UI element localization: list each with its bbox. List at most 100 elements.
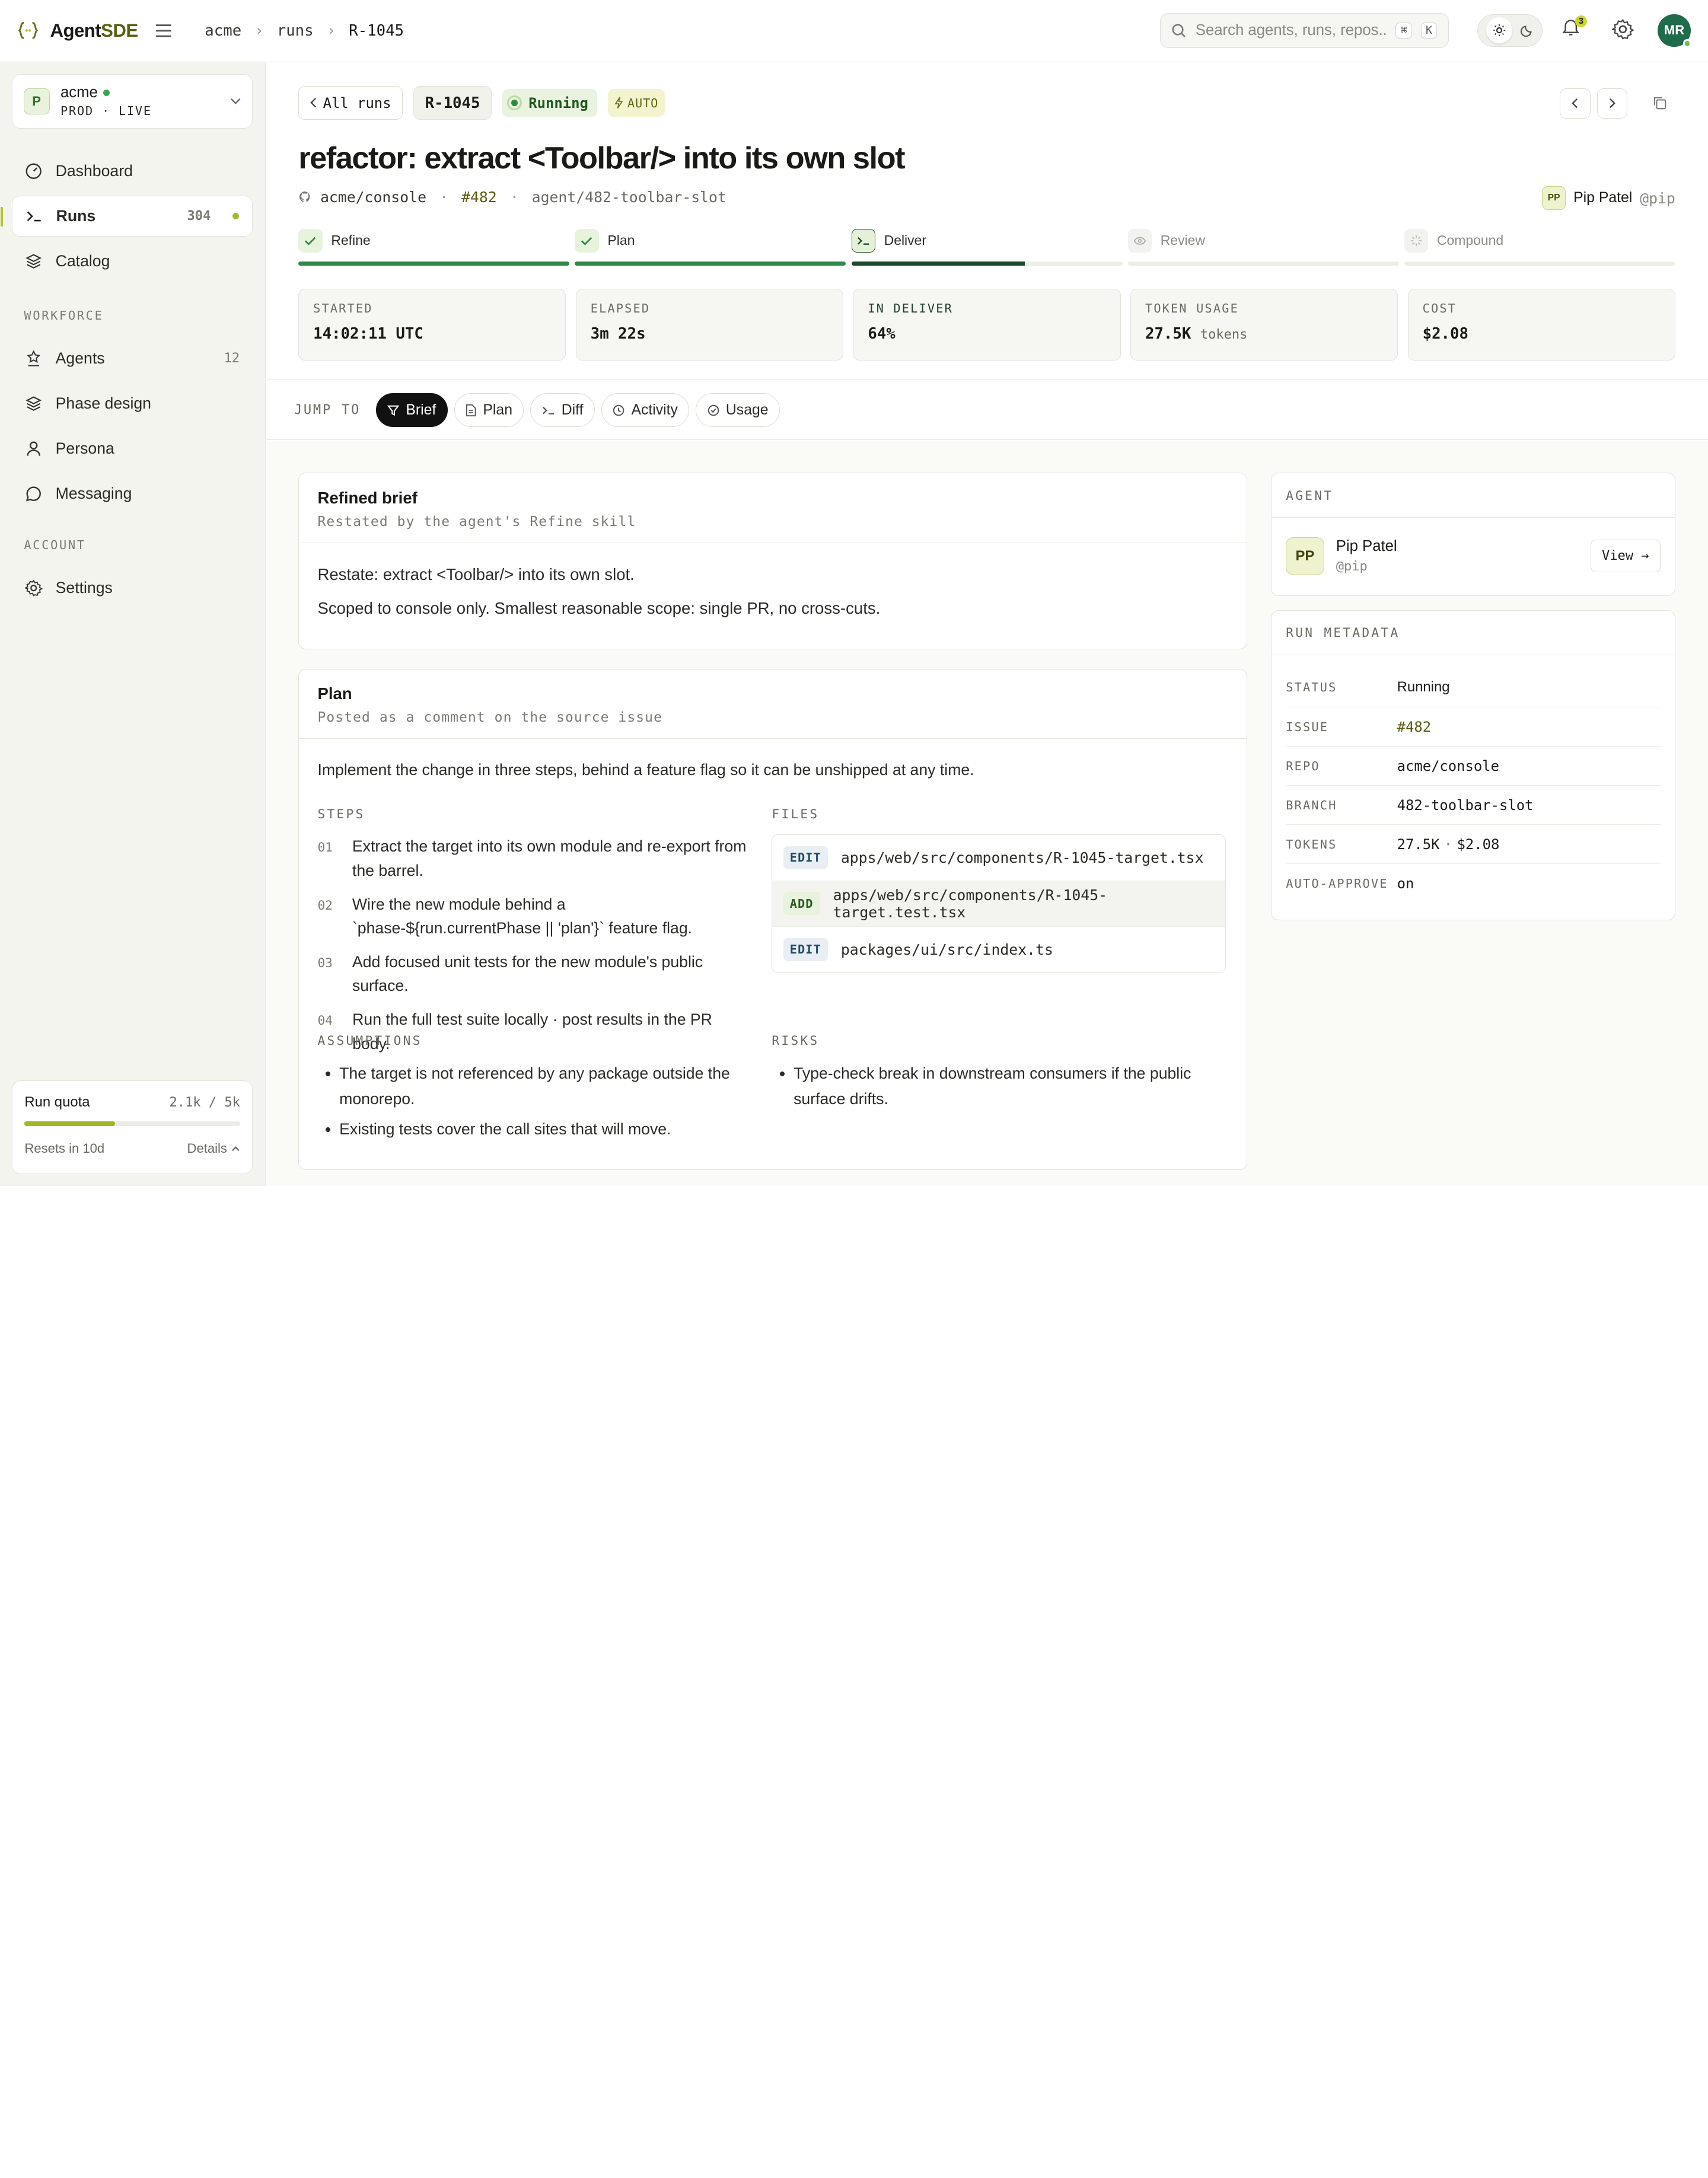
workspace-switcher[interactable]: P acme PROD · LIVE [12,74,253,129]
sidebar-item-label: Messaging [55,484,132,503]
search-icon [1171,23,1187,39]
notifications-button[interactable]: 3 [1562,15,1588,43]
sidebar-item-catalog[interactable]: Catalog [12,241,253,282]
sidebar-item-label: Catalog [55,252,110,270]
phase-refine[interactable]: Refine [298,227,570,266]
quota-value: 2.1k / 5k [169,1095,240,1110]
chevron-left-icon [1572,98,1578,109]
sidebar-item-settings[interactable]: Settings [12,567,253,609]
sidebar-item-messaging[interactable]: Messaging [12,473,253,515]
metadata-value: 27.5K · $2.08 [1397,836,1500,853]
chevron-left-icon [310,97,317,108]
metadata-row: REPO acme/console [1286,747,1661,786]
metadata-value: on [1397,875,1414,892]
file-row[interactable]: EDIT packages/ui/src/index.ts [772,927,1225,972]
search-placeholder: Search agents, runs, repos... [1195,21,1387,39]
stat-elapsed: ELAPSED 3m 22s [575,288,843,361]
branch-name: agent/482-toolbar-slot [531,188,726,206]
chevron-right-icon: › [326,21,336,40]
file-row[interactable]: EDIT apps/web/src/components/R-1045-targ… [772,835,1226,881]
hamburger-menu-button[interactable] [144,11,183,50]
issue-link[interactable]: #482 [461,189,497,206]
sidebar-item-phase-design[interactable]: Phase design [12,383,253,425]
agent-card: AGENT PP Pip Patel @pip View → [1271,473,1675,596]
sidebar-item-runs[interactable]: Runs 304 [0,195,253,237]
theme-toggle[interactable] [1477,14,1543,47]
metadata-value: Running [1397,679,1450,696]
all-runs-button[interactable]: All runs [298,86,403,120]
sidebar: P acme PROD · LIVE Dashboard Runs 304 Ca… [0,62,266,1187]
document-icon [466,404,476,417]
phase-review[interactable]: Review [1127,227,1399,266]
file-path: apps/web/src/components/R-1045-target.ts… [840,849,1204,866]
phase-label: Compound [1436,232,1504,248]
terminal-icon [26,208,43,225]
file-op-tag: EDIT [783,846,828,869]
logo[interactable]: AgentSDE [0,20,144,42]
phase-plan[interactable]: Plan [575,227,846,266]
moon-icon[interactable] [1520,24,1534,37]
check-icon [298,228,323,253]
stat-in-deliver: IN DELIVER 64% [853,288,1121,361]
jump-chip-plan[interactable]: Plan [454,393,524,428]
logo-text: AgentSDE [50,20,138,41]
breadcrumb-item[interactable]: runs [277,22,314,40]
search-input[interactable]: Search agents, runs, repos... ⌘ K [1160,13,1449,48]
file-row[interactable]: ADD apps/web/src/components/R-1045-targe… [772,881,1226,927]
sidebar-item-persona[interactable]: Persona [12,428,253,470]
auto-badge: AUTO [607,88,665,117]
workspace-status-dot [103,90,110,97]
repo-link[interactable]: acme/console [320,189,426,206]
gear-icon [1612,18,1634,40]
run-metadata-card: RUN METADATA STATUS Running ISSUE #482 R… [1271,610,1675,920]
run-stats: STARTED 14:02:11 UTC ELAPSED 3m 22s IN D… [298,288,1675,361]
sidebar-item-agents[interactable]: Agents 12 [12,337,253,379]
phase-label: Review [1160,232,1206,248]
sidebar-item-label: Settings [55,579,113,597]
user-avatar[interactable]: MR [1658,14,1692,48]
metadata-key: BRANCH [1286,798,1337,812]
run-header: All runs R-1045 Running AUTO refactor: e… [266,62,1708,380]
phase-progress-track [1127,261,1399,266]
jump-chip-diff[interactable]: Diff [530,393,595,428]
assumptions-list: The target is not referenced by any pack… [317,1061,753,1141]
metadata-row: AUTO-APPROVE on [1286,864,1661,903]
quota-title: Run quota [24,1094,90,1111]
card-subtitle: Restated by the agent's Refine skill [317,514,636,530]
sun-icon[interactable] [1486,17,1512,44]
workforce-nav: Agents 12 Phase design Persona Messaging [12,337,253,518]
sidebar-item-label: Phase design [55,394,151,412]
copy-button[interactable] [1645,88,1675,119]
separator-dot: · [509,188,519,206]
metadata-card-title: RUN METADATA [1272,611,1675,655]
breadcrumb-item[interactable]: acme [205,22,241,40]
list-item: 01 Extract the target into its own module… [317,837,747,879]
jump-chip-usage[interactable]: Usage [696,393,780,428]
view-agent-button[interactable]: View → [1590,540,1661,573]
shortcut-key: ⌘ [1395,23,1412,39]
sidebar-item-dashboard[interactable]: Dashboard [12,150,253,192]
next-run-button[interactable] [1597,88,1628,119]
phase-deliver[interactable]: Deliver [851,227,1123,266]
issue-link[interactable]: #482 [1397,719,1431,735]
owner-name: Pip Patel [1573,190,1633,206]
metadata-key: TOKENS [1286,837,1337,852]
settings-button[interactable] [1612,18,1634,40]
previous-run-button[interactable] [1560,88,1591,119]
jump-chip-brief[interactable]: Brief [375,393,448,428]
shortcut-key: K [1420,23,1438,39]
chat-icon [25,485,42,502]
jump-chip-activity[interactable]: Activity [601,393,690,428]
quota-details-link[interactable]: Details [187,1141,240,1156]
sidebar-item-label: Persona [55,439,114,458]
phase-compound[interactable]: Compound [1404,227,1675,266]
metadata-key: REPO [1286,758,1320,773]
agent-name: Pip Patel [1336,538,1397,554]
steps-label: STEPS [317,806,365,822]
terminal-icon [542,405,555,416]
main-area: All runs R-1045 Running AUTO refactor: e… [266,62,1708,1187]
quota-progress-bar [24,1121,240,1126]
metadata-row: TOKENS 27.5K · $2.08 [1286,825,1661,865]
workspace-name: acme [60,84,98,101]
run-owner[interactable]: PP Pip Patel @pip [1541,186,1675,211]
